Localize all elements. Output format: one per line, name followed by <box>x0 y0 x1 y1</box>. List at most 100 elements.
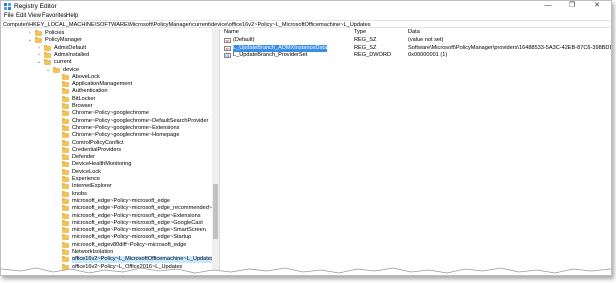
values-pane: Name Type Data ab (Default) REG_SZ (value n… <box>220 29 611 275</box>
tree-item[interactable]: Defender <box>1 154 212 161</box>
tree-item[interactable]: microsoft_edge~Policy~microsoft_edge~Sta… <box>1 234 212 241</box>
folder-icon <box>44 51 51 58</box>
registry-key-tree[interactable]: › Policies ⌄ PolicyManager › AdmxDefault › Admx… <box>1 29 220 275</box>
tree-item[interactable]: microsoft_edgev80diff~Policy~microsoft_e… <box>1 241 212 249</box>
tree-scrollbar-thumb[interactable] <box>213 184 218 239</box>
minimize-button[interactable]: — <box>535 1 561 12</box>
expand-chevron-icon[interactable]: › <box>27 30 33 37</box>
tree-item[interactable]: Browser <box>1 103 212 110</box>
tree-item[interactable]: DeviceLock <box>1 168 212 176</box>
address-bar[interactable]: Computer\HKEY_LOCAL_MACHINE\SOFTWARE\Mic… <box>1 20 611 28</box>
folder-icon <box>35 30 42 36</box>
expand-chevron-icon[interactable]: ⌄ <box>36 59 42 66</box>
folder-icon <box>62 168 69 175</box>
folder-icon <box>62 183 69 190</box>
tree-scrollbar[interactable] <box>212 29 219 275</box>
folder-icon <box>62 117 69 124</box>
tree-item[interactable]: microsoft_edge~Policy~microsoft_edge~Sma… <box>1 227 212 234</box>
menu-view[interactable]: View <box>28 12 41 20</box>
string-value-icon: ab <box>224 45 231 51</box>
folder-icon <box>62 234 69 241</box>
tree-item[interactable]: BitLocker <box>1 95 212 103</box>
tree-item[interactable]: › AdmxInstalled <box>1 51 212 59</box>
tree-item[interactable]: microsoft_edge~Policy~microsoft_edge~Ext… <box>1 212 212 220</box>
tree-item-label: device <box>63 66 80 73</box>
expand-chevron-icon[interactable]: ⌄ <box>45 67 51 74</box>
menu-favorites[interactable]: Favorites <box>42 12 67 20</box>
restore-button[interactable]: ❐ <box>559 1 585 12</box>
column-type[interactable]: Type <box>354 29 366 36</box>
tree-item[interactable]: InternetExplorer <box>1 183 212 190</box>
folder-icon <box>62 190 69 197</box>
close-button[interactable]: ✕ <box>584 1 610 12</box>
folder-icon <box>62 146 69 153</box>
folder-icon <box>53 66 60 73</box>
tree-item-label: Chrome~Policy~googlechrome~Homepage <box>72 132 180 139</box>
tree-item[interactable]: Experience <box>1 176 212 183</box>
value-name: (Default) <box>233 37 255 43</box>
tree-item[interactable]: CredentialProviders <box>1 146 212 154</box>
tree-item-label: Experience <box>72 176 100 182</box>
tree-item-label: microsoft_edge~Policy~microsoft_edge~Sma… <box>72 227 206 234</box>
value-row[interactable]: ab (Default) REG_SZ (value not set) <box>224 37 609 44</box>
tree-item[interactable]: Chrome~Policy~googlechrome~Homepage <box>1 132 212 139</box>
folder-icon <box>62 110 69 117</box>
tree-item-label: Chrome~Policy~googlechrome <box>72 110 149 117</box>
tree-item[interactable]: ApplicationManagement <box>1 81 212 88</box>
value-type: REG_SZ <box>354 44 377 51</box>
tree-item[interactable]: microsoft_edge~Policy~microsoft_edge~Goo… <box>1 219 212 227</box>
expand-chevron-icon[interactable]: › <box>36 52 42 59</box>
tree-item[interactable]: Chrome~Policy~googlechrome~Extensions <box>1 124 212 132</box>
value-row[interactable]: 01 L_UpdateBranch_ProviderSet REG_DWORD 0x0… <box>224 52 609 59</box>
value-name: L_UpdateBranch_ProviderSet <box>233 52 308 58</box>
folder-icon <box>62 197 69 204</box>
tree-item[interactable]: › AdmxDefault <box>1 44 212 52</box>
tree-item[interactable]: knobs <box>1 190 212 198</box>
folder-icon <box>62 124 69 131</box>
tree-item[interactable]: › Policies <box>1 30 212 37</box>
tree-item[interactable]: AboveLock <box>1 73 212 81</box>
menu-help[interactable]: Help <box>66 12 78 20</box>
folder-icon <box>62 139 69 146</box>
column-name[interactable]: Name <box>224 29 239 36</box>
tree-item-label: NetworkIsolation <box>72 249 114 255</box>
tree-item[interactable]: ⌄ PolicyManager <box>1 37 212 44</box>
tree-item-label: microsoft_edgev80diff~Policy~microsoft_e… <box>72 241 187 248</box>
tree-item[interactable]: microsoft_edge~Policy~microsoft_edge_rec… <box>1 205 219 212</box>
expand-chevron-icon[interactable]: › <box>36 45 42 52</box>
tree-item[interactable]: NetworkIsolation <box>1 249 212 256</box>
folder-icon <box>62 241 69 248</box>
tree-item[interactable]: ⌄ current <box>1 59 212 66</box>
expand-chevron-icon[interactable]: ⌄ <box>27 37 33 44</box>
value-row[interactable]: ab L_UpdateBranch_ADMXInstanceData REG_SZ S… <box>224 43 611 53</box>
window-title: Registry Editor <box>14 3 57 10</box>
tree-item-label: AdmxDefault <box>54 44 87 51</box>
tree-item[interactable]: DeviceHealthMonitoring <box>1 161 212 168</box>
folder-icon <box>44 59 51 66</box>
menu-edit[interactable]: Edit <box>16 12 26 20</box>
tree-item[interactable]: microsoft_edge~Policy~microsoft_edge <box>1 197 212 205</box>
title-bar[interactable]: Registry Editor — ❐ ✕ <box>1 1 611 12</box>
tree-item[interactable]: Authentication <box>1 88 212 95</box>
tree-item-label: ControlPolicyConflict <box>72 139 124 146</box>
tree-item[interactable]: Chrome~Policy~googlechrome~DefaultSearch… <box>1 117 212 125</box>
tree-item[interactable]: Chrome~Policy~googlechrome <box>1 110 212 117</box>
tree-item[interactable]: ⌄ device <box>1 66 212 74</box>
value-data: Software\Microsoft\PolicyManager\provide… <box>408 44 611 51</box>
tree-item[interactable]: ControlPolicyConflict <box>1 139 212 147</box>
menu-file[interactable]: File <box>4 12 14 20</box>
folder-icon <box>62 95 69 102</box>
registry-editor-window: Registry Editor — ❐ ✕ File Edit View Fav… <box>0 0 612 276</box>
column-data[interactable]: Data <box>408 29 420 36</box>
folder-icon <box>62 205 69 212</box>
folder-icon <box>62 103 69 109</box>
